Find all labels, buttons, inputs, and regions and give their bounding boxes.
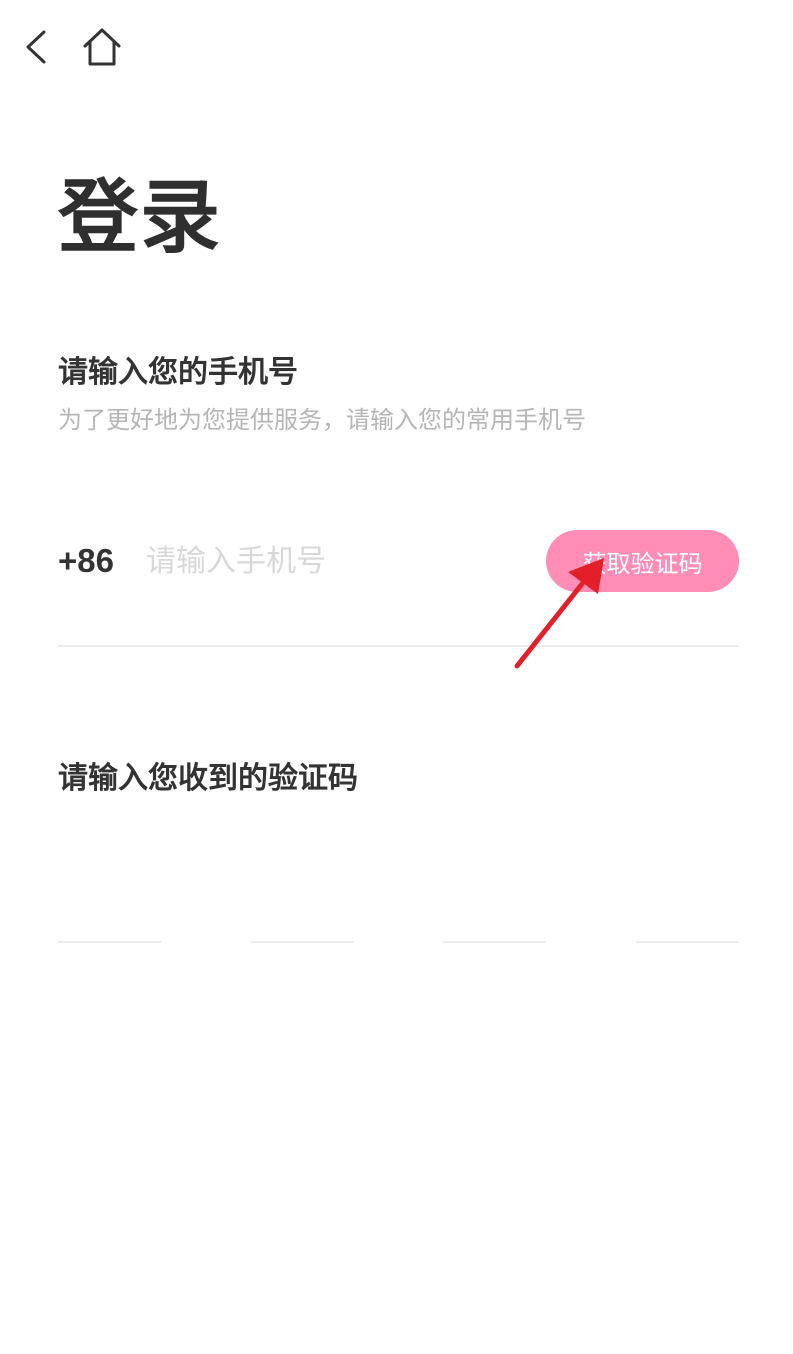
back-button[interactable] [18, 24, 58, 70]
home-button[interactable] [78, 22, 126, 70]
code-digit-slot-1[interactable] [58, 941, 161, 943]
phone-section-title: 请输入您的手机号 [58, 355, 298, 390]
page-title: 登录 [58, 171, 222, 264]
phone-input-underline [58, 645, 739, 647]
phone-section-subtitle: 为了更好地为您提供服务，请输入您的常用手机号 [58, 406, 586, 434]
home-icon [83, 28, 121, 66]
get-code-button[interactable]: 获取验证码 [546, 530, 739, 592]
code-digit-slot-2[interactable] [251, 941, 354, 943]
chevron-left-icon [26, 30, 46, 64]
country-code[interactable]: +86 [58, 544, 114, 577]
code-digit-slot-3[interactable] [443, 941, 546, 943]
phone-input[interactable] [146, 538, 526, 584]
code-section-title: 请输入您收到的验证码 [58, 761, 358, 796]
code-digit-slot-4[interactable] [636, 941, 739, 943]
